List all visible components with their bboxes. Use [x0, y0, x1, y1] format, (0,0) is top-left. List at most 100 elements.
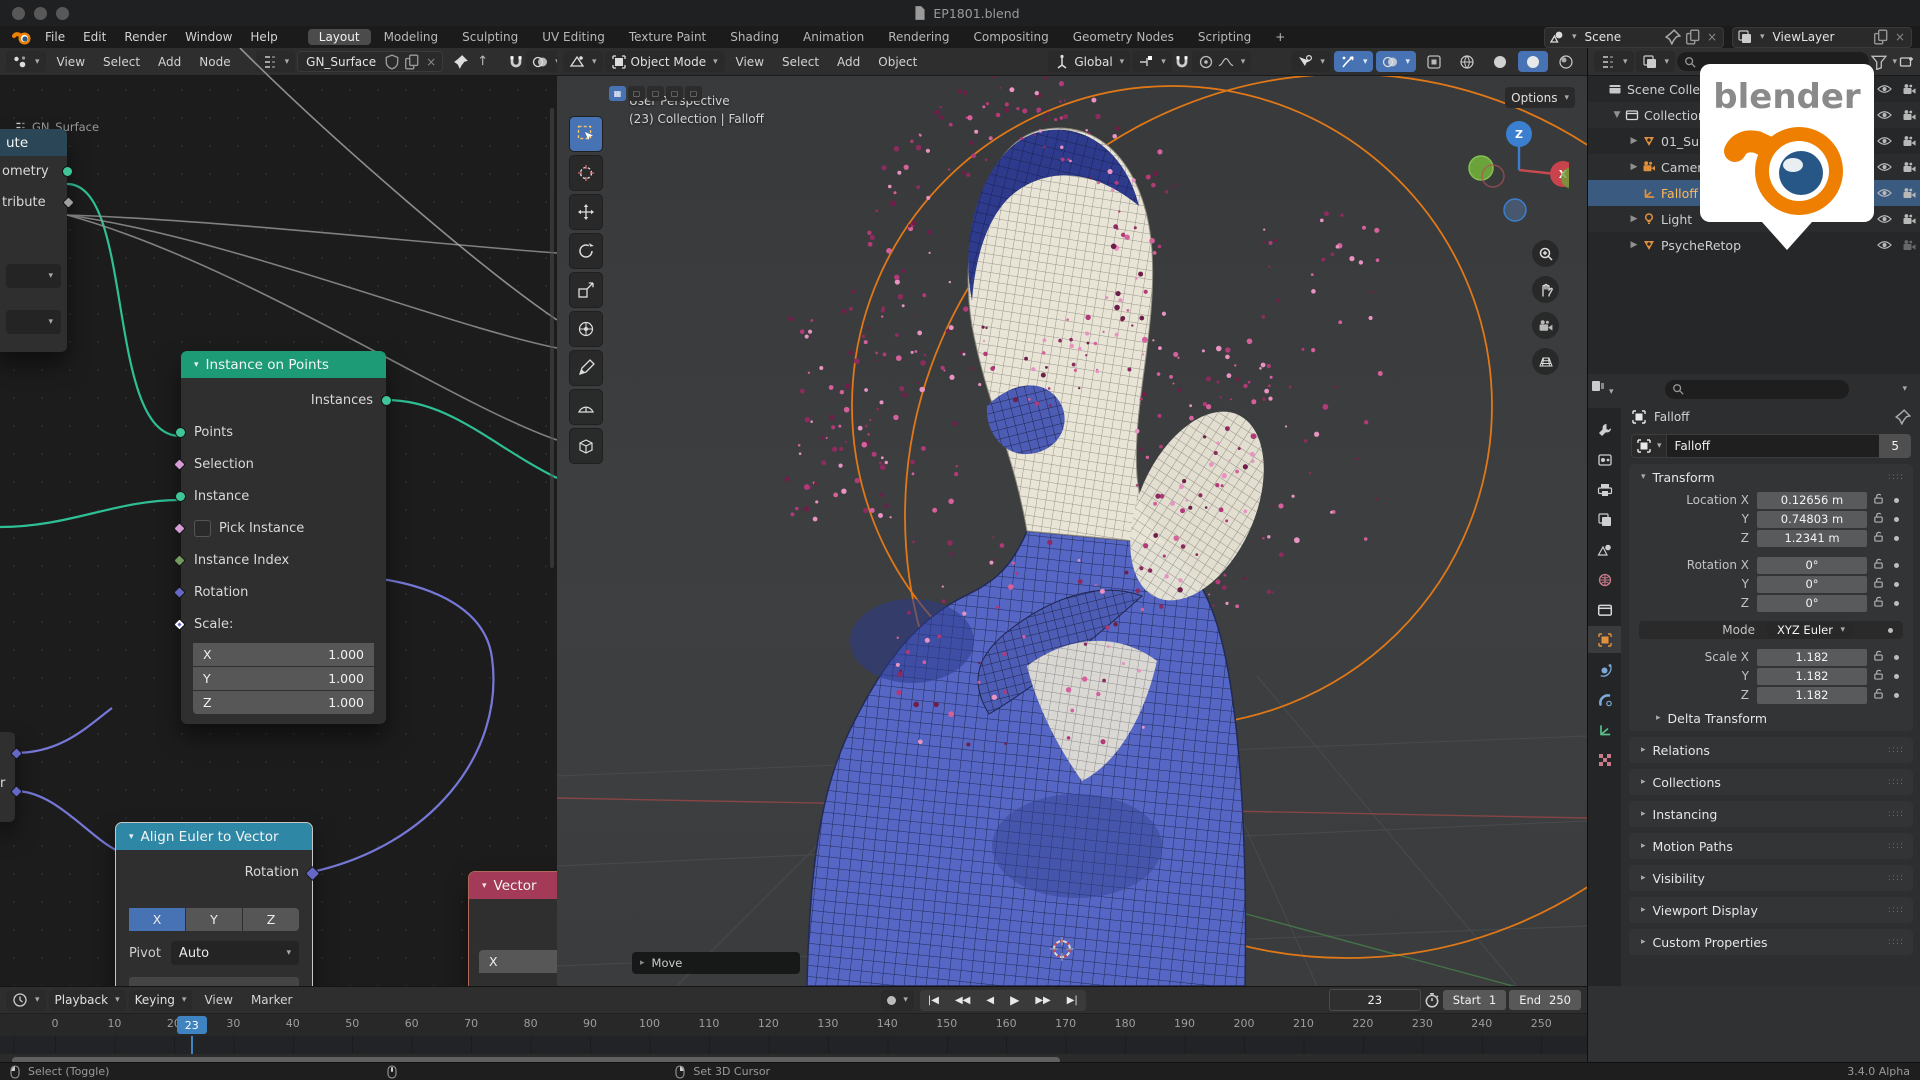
keying-dropdown[interactable]: Keying▾ — [129, 990, 193, 1011]
timeline-editor-type[interactable]: ▾ — [6, 990, 46, 1011]
axis-button[interactable]: Y — [186, 908, 242, 931]
quick-toggle-button[interactable]: ▢ — [685, 86, 702, 101]
new-viewlayer-icon[interactable] — [1873, 29, 1889, 45]
properties-tab[interactable] — [1588, 566, 1621, 593]
axis-button[interactable]: X — [129, 908, 185, 931]
timeline-menu-item[interactable]: View — [195, 989, 241, 1011]
properties-tab[interactable] — [1588, 416, 1621, 443]
transport-button[interactable]: ◀ — [978, 990, 1002, 1011]
properties-tab[interactable] — [1588, 626, 1621, 653]
tool-annotate-button[interactable] — [569, 350, 603, 386]
panel-header[interactable]: ▸Custom Properties:::: — [1629, 929, 1913, 955]
properties-tab[interactable] — [1588, 596, 1621, 623]
properties-search[interactable] — [1665, 380, 1849, 399]
axis-button[interactable]: Z — [243, 908, 299, 931]
app-menu-item[interactable]: Render — [115, 26, 176, 48]
viewport-menu-item[interactable]: Select — [773, 51, 828, 73]
timeline-menu-item[interactable]: Marker — [242, 989, 301, 1011]
shading-solid-button[interactable] — [1485, 51, 1515, 72]
panel-header[interactable]: ▸Relations:::: — [1629, 737, 1913, 763]
viewlayer-name[interactable]: ViewLayer — [1769, 30, 1869, 44]
workspace-tab[interactable]: Rendering — [877, 29, 960, 45]
value-field[interactable]: 1.182▾ — [1757, 649, 1867, 666]
disable-render-icon[interactable] — [1902, 135, 1917, 148]
transport-button[interactable]: ▶| — [1059, 990, 1086, 1011]
animate-dot[interactable] — [1889, 582, 1903, 587]
pin-id-icon[interactable] — [1895, 409, 1911, 425]
workspace-tab[interactable]: Compositing — [962, 29, 1059, 45]
hide-viewport-icon[interactable] — [1877, 161, 1892, 173]
value-field[interactable]: 1.182▾ — [1757, 687, 1867, 704]
vector-x-field[interactable]: X — [479, 950, 558, 973]
expand-icon[interactable]: ▶ — [1626, 136, 1642, 146]
value-field[interactable]: 0.12656 m▾ — [1757, 492, 1867, 509]
scale-value-field[interactable]: Y1.000 — [193, 667, 374, 690]
shading-wireframe-button[interactable] — [1452, 51, 1482, 72]
tool-scale-button[interactable] — [569, 272, 603, 308]
properties-tab[interactable] — [1588, 536, 1621, 563]
viewport-menu-item[interactable]: Add — [828, 51, 869, 73]
lock-icon[interactable] — [1867, 596, 1889, 610]
pan-button[interactable] — [1532, 276, 1559, 303]
animate-dot[interactable] — [1889, 693, 1903, 698]
properties-options-icon[interactable]: ▾ — [1902, 384, 1913, 394]
hide-viewport-icon[interactable] — [1877, 109, 1892, 121]
geometry-socket[interactable] — [62, 166, 73, 177]
transport-button[interactable]: ▶▶ — [1027, 990, 1058, 1011]
playback-dropdown[interactable]: Playback▾ — [49, 990, 126, 1011]
tool-move-button[interactable] — [569, 194, 603, 230]
animate-dot[interactable] — [1889, 536, 1903, 541]
visibility-dropdown[interactable]: ▾ — [1291, 51, 1331, 72]
hide-viewport-icon[interactable] — [1877, 135, 1892, 147]
value-field[interactable]: 0°▾ — [1757, 557, 1867, 574]
align-node-header[interactable]: ▾Align Euler to Vector — [116, 823, 312, 850]
transport-button[interactable]: |◀ — [920, 990, 947, 1011]
new-collection-icon[interactable] — [1899, 54, 1915, 70]
panel-header[interactable]: ▸Collections:::: — [1629, 769, 1913, 795]
partial-node[interactable]: r — [0, 732, 15, 822]
shading-rendered-button[interactable] — [1551, 51, 1581, 72]
animate-dot[interactable] — [1889, 563, 1903, 568]
disable-render-icon[interactable] — [1902, 239, 1917, 252]
properties-tab[interactable] — [1588, 716, 1621, 743]
lock-icon[interactable] — [1867, 577, 1889, 591]
align-euler-node[interactable]: ▾Align Euler to Vector Rotation XYZ Pivo… — [116, 823, 312, 986]
gizmos-dropdown[interactable]: ▾ — [1334, 51, 1374, 72]
capture-domain-dropdown[interactable]: ▾ — [6, 310, 61, 334]
properties-tab[interactable] — [1588, 446, 1621, 473]
quick-toggle-button[interactable]: ▦ — [609, 86, 626, 101]
tool-addcube-button[interactable] — [569, 428, 603, 464]
value-field[interactable]: XYZ Euler▾ — [1767, 622, 1853, 639]
tool-cursor-button[interactable] — [569, 155, 603, 191]
remove-viewlayer-button[interactable]: × — [1893, 30, 1907, 44]
transport-button[interactable]: ◀◀ — [947, 990, 978, 1011]
navigation-gizmo[interactable]: Z X — [1459, 110, 1569, 230]
editor-type-button[interactable]: ▾ — [563, 51, 603, 72]
panel-header[interactable]: ▸Instancing:::: — [1629, 801, 1913, 827]
lock-icon[interactable] — [1867, 688, 1889, 702]
outliner-display-mode[interactable]: ▾ — [1594, 51, 1634, 72]
blender-logo-icon[interactable] — [12, 27, 32, 47]
instance-node-header[interactable]: ▾Instance on Points — [181, 351, 386, 378]
snap-dropdown[interactable]: ▾ — [1132, 51, 1172, 72]
tool-rotate-button[interactable] — [569, 233, 603, 269]
viewport-menu-item[interactable]: Object — [869, 51, 926, 73]
operator-panel[interactable]: ▸Move — [632, 952, 800, 974]
capture-datatype-dropdown[interactable]: ▾ — [6, 264, 61, 288]
transport-button[interactable]: ▶ — [1002, 990, 1027, 1011]
panel-header[interactable]: ▸Viewport Display:::: — [1629, 897, 1913, 923]
expand-icon[interactable]: ▶ — [1626, 240, 1642, 250]
lock-icon[interactable] — [1867, 669, 1889, 683]
frame-start-field[interactable]: Start1 — [1443, 990, 1506, 1010]
panel-header[interactable]: ▸Visibility:::: — [1629, 865, 1913, 891]
use-preview-range-icon[interactable] — [1424, 992, 1440, 1008]
workspace-tab[interactable]: Scripting — [1187, 29, 1262, 45]
ortho-toggle-button[interactable] — [1532, 348, 1559, 375]
properties-tab[interactable] — [1588, 686, 1621, 713]
quick-toggle-button[interactable]: ▢ — [647, 86, 664, 101]
capture-attribute-node[interactable]: ute ometry tribute ▾ ▾ — [0, 129, 67, 352]
viewlayer-selector[interactable]: ▾ ViewLayer × — [1732, 27, 1912, 48]
properties-editor-type[interactable]: ▾ — [1590, 378, 1614, 397]
tool-select-button[interactable] — [569, 116, 603, 152]
app-menu-item[interactable]: File — [36, 26, 74, 48]
